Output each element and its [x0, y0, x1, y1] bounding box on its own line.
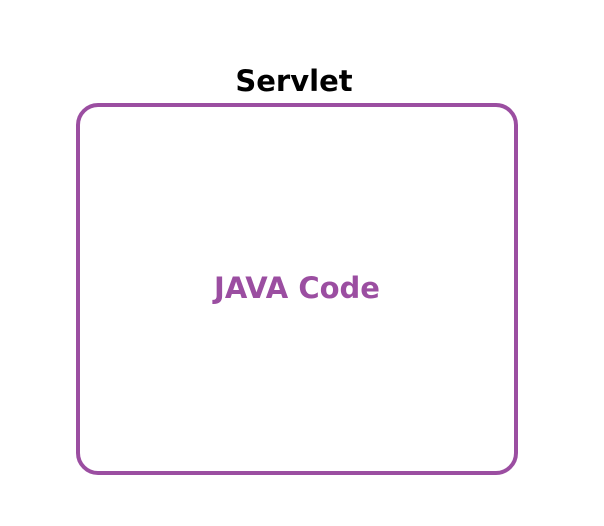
diagram-title: Servlet — [235, 64, 353, 98]
java-code-label: JAVA Code — [214, 271, 380, 305]
servlet-container-box: JAVA Code — [76, 103, 518, 475]
